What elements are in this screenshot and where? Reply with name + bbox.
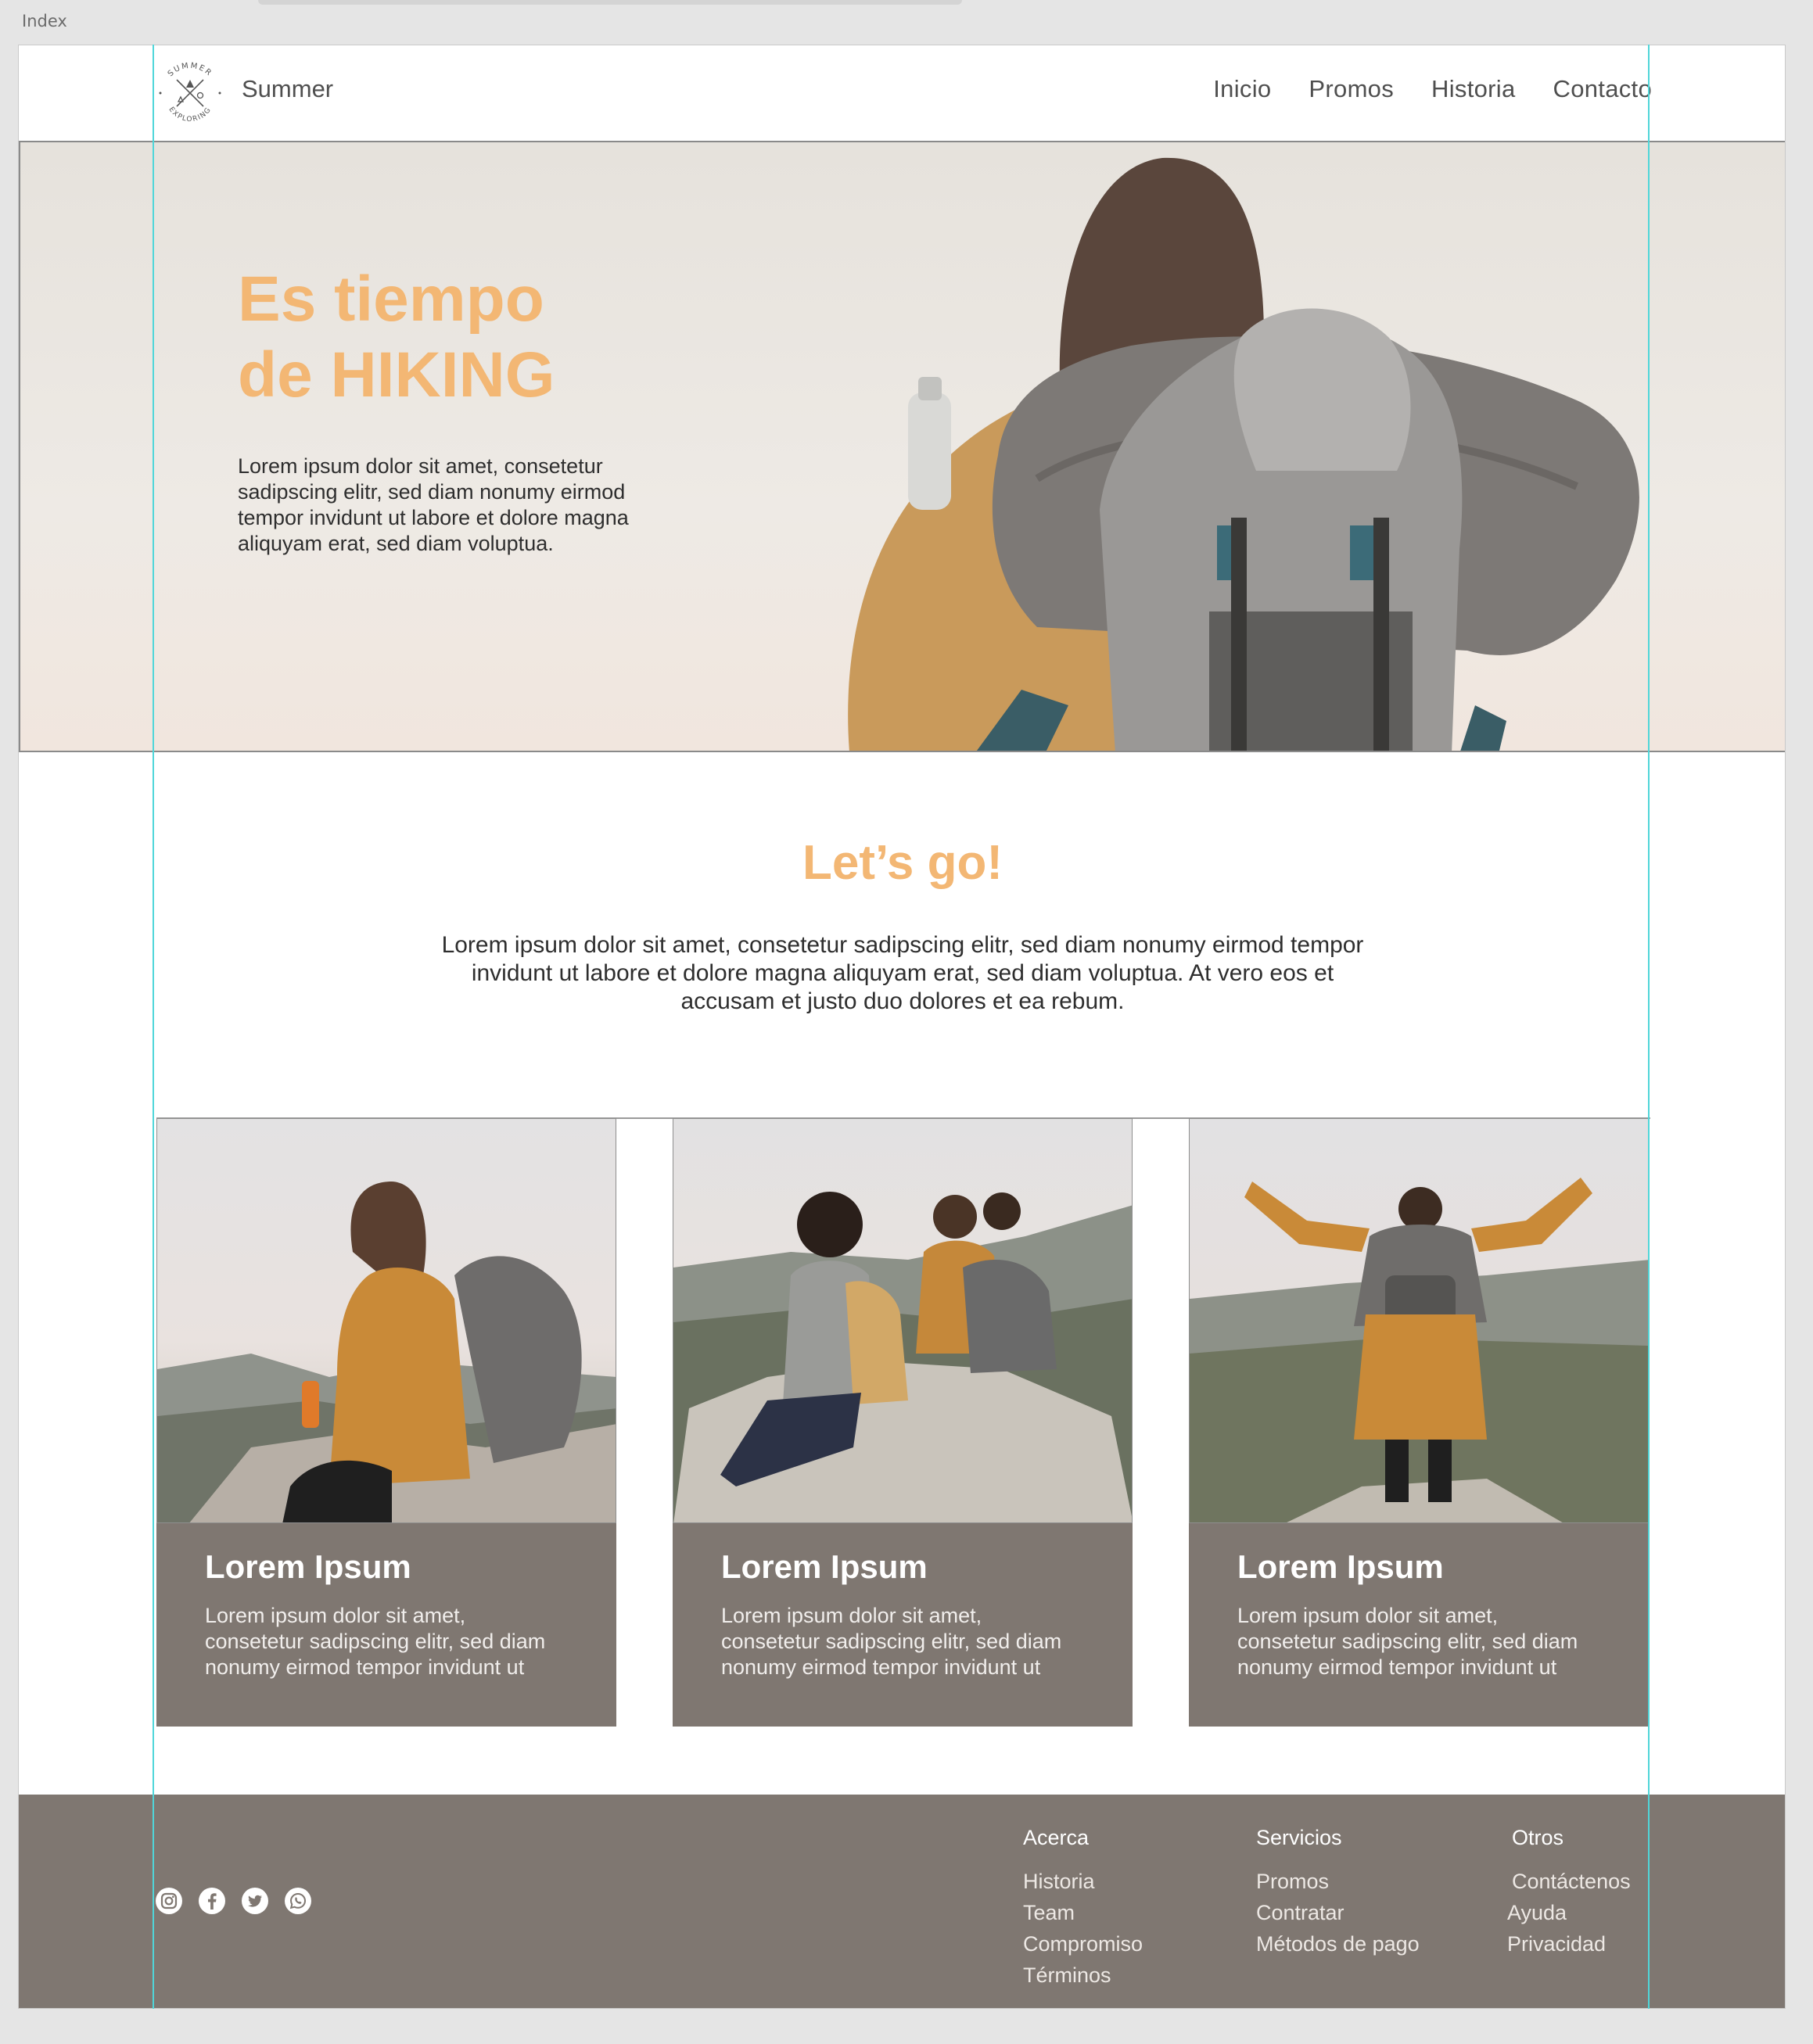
card-title: Lorem Ipsum: [205, 1548, 411, 1585]
card-1-hiker-photo: [157, 1119, 616, 1522]
artboard-label[interactable]: Index: [22, 12, 67, 30]
card-text: Lorem ipsum dolor sit amet, consetetur s…: [205, 1604, 546, 1679]
whatsapp-icon[interactable]: [284, 1887, 312, 1915]
hero-banner: Es tiempo de HIKING Lorem ipsum dolor si…: [19, 141, 1785, 752]
hero-title-line2: de HIKING: [238, 339, 555, 411]
card-title: Lorem Ipsum: [1237, 1548, 1444, 1585]
footer-link-contactenos[interactable]: Contáctenos: [1512, 1866, 1631, 1897]
facebook-icon[interactable]: [198, 1887, 226, 1915]
footer-heading: Otros: [1512, 1826, 1564, 1849]
card-photo-2: [673, 1118, 1133, 1523]
intro-text: Lorem ipsum dolor sit amet, consetetur s…: [441, 932, 1364, 1014]
footer-link-promos[interactable]: Promos: [1256, 1866, 1420, 1897]
hero-title: Es tiempo de HIKING: [238, 261, 555, 413]
footer-link-historia[interactable]: Historia: [1023, 1866, 1143, 1897]
nav-historia[interactable]: Historia: [1431, 75, 1515, 103]
card-3-celebration-photo: [1190, 1119, 1648, 1522]
card-2-group-photo: [673, 1119, 1132, 1522]
social-links: [155, 1887, 312, 1915]
summer-exploring-logo[interactable]: SUMMER EXPLORING: [155, 56, 225, 127]
card-photo-3: [1189, 1118, 1649, 1523]
toolbar-shadow: [258, 0, 962, 5]
footer-col-acerca: Acerca Historia Team Compromiso Términos: [1023, 1826, 1143, 1991]
hero-text: Lorem ipsum dolor sit amet, consetetur s…: [238, 454, 629, 555]
svg-text:SUMMER: SUMMER: [167, 62, 214, 79]
site-footer: Acerca Historia Team Compromiso Términos…: [19, 1795, 1785, 2008]
card-body-2: Lorem Ipsum Lorem ipsum dolor sit amet, …: [673, 1523, 1133, 1727]
design-canvas: Index SUMMER EXPLORING Summer Inicio Pro…: [0, 0, 1813, 2044]
twitter-icon[interactable]: [241, 1887, 269, 1915]
footer-heading: Servicios: [1256, 1826, 1342, 1849]
footer-heading: Acerca: [1023, 1826, 1090, 1849]
footer-link-team[interactable]: Team: [1023, 1897, 1143, 1928]
hero-hiker-photo: [20, 142, 1785, 751]
card-title: Lorem Ipsum: [721, 1548, 928, 1585]
brand-name[interactable]: Summer: [242, 75, 333, 103]
artboard[interactable]: SUMMER EXPLORING Summer Inicio Promos Hi…: [18, 45, 1786, 2009]
hero-title-line1: Es tiempo: [238, 264, 544, 335]
card-text: Lorem ipsum dolor sit amet, consetetur s…: [1237, 1604, 1578, 1679]
logo-text-top: SUMMER: [167, 62, 213, 79]
footer-col-otros: Otros Contáctenos Ayuda Privacidad: [1507, 1826, 1631, 1960]
footer-link-privacidad[interactable]: Privacidad: [1507, 1928, 1631, 1960]
svg-text:EXPLORING: EXPLORING: [167, 106, 213, 124]
card-2[interactable]: Lorem Ipsum Lorem ipsum dolor sit amet, …: [673, 1118, 1133, 1727]
footer-link-contratar[interactable]: Contratar: [1256, 1897, 1420, 1928]
footer-link-compromiso[interactable]: Compromiso: [1023, 1928, 1143, 1960]
footer-link-ayuda[interactable]: Ayuda: [1507, 1897, 1631, 1928]
nav-contacto[interactable]: Contacto: [1553, 75, 1652, 103]
nav-promos[interactable]: Promos: [1309, 75, 1394, 103]
site-header: SUMMER EXPLORING Summer Inicio Promos Hi…: [19, 45, 1785, 141]
footer-col-servicios: Servicios Promos Contratar Métodos de pa…: [1256, 1826, 1420, 1960]
footer-link-terminos[interactable]: Términos: [1023, 1960, 1143, 1991]
intro-title: Let’s go!: [802, 836, 1003, 890]
card-1[interactable]: Lorem Ipsum Lorem ipsum dolor sit amet, …: [156, 1118, 616, 1727]
card-body-1: Lorem Ipsum Lorem ipsum dolor sit amet, …: [156, 1523, 616, 1727]
card-3[interactable]: Lorem Ipsum Lorem ipsum dolor sit amet, …: [1189, 1118, 1649, 1727]
card-body-3: Lorem Ipsum Lorem ipsum dolor sit amet, …: [1189, 1523, 1649, 1727]
instagram-icon[interactable]: [155, 1887, 183, 1915]
footer-link-metodos-de-pago[interactable]: Métodos de pago: [1256, 1928, 1420, 1960]
card-photo-1: [156, 1118, 616, 1523]
layout-guide-left[interactable]: [153, 45, 154, 2009]
card-text: Lorem ipsum dolor sit amet, consetetur s…: [721, 1604, 1062, 1679]
layout-guide-right[interactable]: [1648, 45, 1650, 2009]
logo-text-bottom: EXPLORING: [167, 106, 212, 124]
nav-inicio[interactable]: Inicio: [1213, 75, 1271, 103]
main-nav: Inicio Promos Historia Contacto: [1213, 75, 1652, 103]
